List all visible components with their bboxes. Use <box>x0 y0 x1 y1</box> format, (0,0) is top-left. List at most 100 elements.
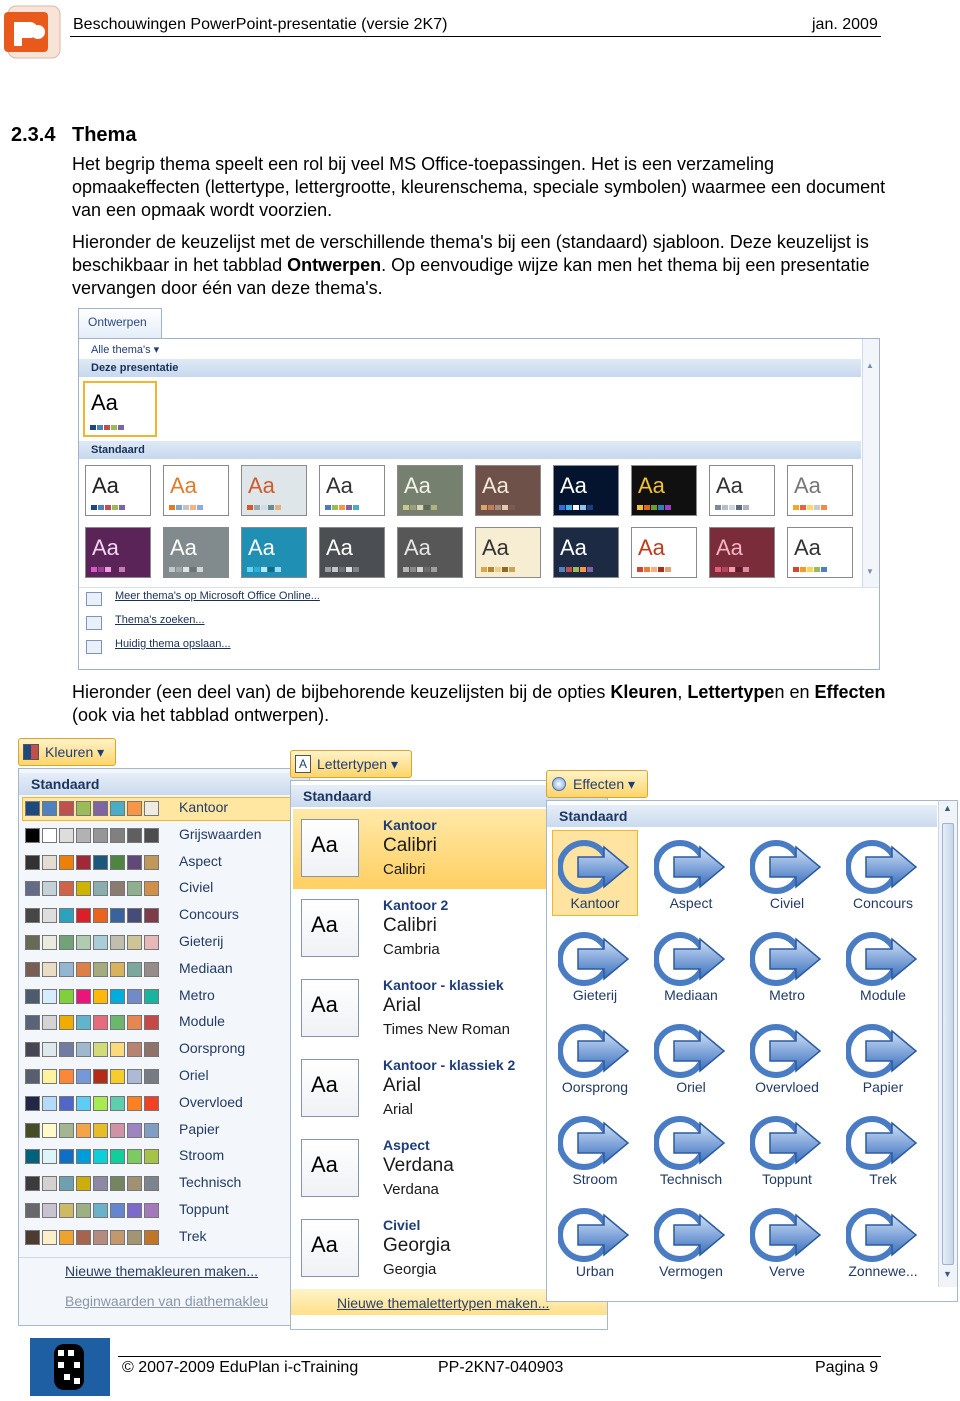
theme-thumb[interactable]: Aa <box>475 465 541 516</box>
font-preview-box[interactable]: Aa <box>301 819 359 877</box>
font-preview-box[interactable]: Aa <box>301 979 359 1037</box>
theme-thumb[interactable]: Aa <box>553 527 619 578</box>
color-scheme-name[interactable]: Civiel <box>179 879 213 895</box>
theme-thumb[interactable]: Aa <box>709 465 775 516</box>
color-scheme-name[interactable]: Module <box>179 1013 225 1029</box>
effect-option[interactable]: Trek <box>841 1107 925 1191</box>
font-preview-box[interactable]: Aa <box>301 1139 359 1197</box>
theme-thumb[interactable]: Aa <box>241 527 307 578</box>
theme-thumb[interactable]: Aa <box>397 527 463 578</box>
menu-more-themes[interactable]: Meer thema's op Microsoft Office Online.… <box>115 590 320 602</box>
theme-thumb[interactable]: Aa <box>475 527 541 578</box>
color-scheme-name[interactable]: Aspect <box>179 853 222 869</box>
color-scheme-swatches[interactable] <box>25 1042 159 1058</box>
color-scheme-swatches[interactable] <box>25 1122 159 1138</box>
theme-thumb[interactable]: Aa <box>397 465 463 516</box>
color-scheme-name[interactable]: Mediaan <box>179 960 233 976</box>
effecten-button[interactable]: Effecten ▾ <box>546 770 648 798</box>
color-scheme-name[interactable]: Kantoor <box>179 799 228 815</box>
font-scheme-name[interactable]: Kantoor - klassiek 2 <box>383 1057 515 1073</box>
effect-option[interactable]: Zonnewe... <box>841 1199 925 1283</box>
new-theme-colors[interactable]: Nieuwe themakleuren maken... <box>65 1263 258 1279</box>
effect-option[interactable]: Civiel <box>745 831 829 915</box>
theme-thumb[interactable]: Aa <box>553 465 619 516</box>
color-scheme-swatches[interactable] <box>25 881 159 897</box>
theme-thumb[interactable]: Aa <box>319 527 385 578</box>
color-scheme-swatches[interactable] <box>25 1229 159 1245</box>
theme-thumb[interactable]: Aa <box>163 527 229 578</box>
theme-thumb[interactable]: Aa <box>241 465 307 516</box>
effect-option[interactable]: Technisch <box>649 1107 733 1191</box>
effect-option[interactable]: Oorsprong <box>553 1015 637 1099</box>
font-preview-box[interactable]: Aa <box>301 1219 359 1277</box>
theme-thumb[interactable]: Aa <box>163 465 229 516</box>
color-scheme-swatches[interactable] <box>25 988 159 1004</box>
effect-option[interactable]: Vermogen <box>649 1199 733 1283</box>
color-scheme-swatches[interactable] <box>25 908 159 924</box>
theme-thumb[interactable]: Aa <box>319 465 385 516</box>
reset-theme-colors[interactable]: Beginwaarden van diathemakleu <box>65 1293 268 1309</box>
color-scheme-swatches[interactable] <box>25 1176 159 1192</box>
color-scheme-swatches[interactable] <box>25 1015 159 1031</box>
color-scheme-swatches[interactable] <box>25 961 159 977</box>
font-scheme-name[interactable]: Kantoor 2 <box>383 897 448 913</box>
font-preview-box[interactable]: Aa <box>301 899 359 957</box>
effect-option[interactable]: Urban <box>553 1199 637 1283</box>
font-scheme-name[interactable]: Civiel <box>383 1217 420 1233</box>
theme-thumb[interactable]: Aa <box>709 527 775 578</box>
effect-option[interactable]: Verve <box>745 1199 829 1283</box>
font-preview-box[interactable]: Aa <box>301 1059 359 1117</box>
lettertypen-button[interactable]: A Lettertypen ▾ <box>290 750 412 778</box>
font-scheme-name[interactable]: Kantoor - klassiek <box>383 977 504 993</box>
color-scheme-name[interactable]: Metro <box>179 987 215 1003</box>
font-scheme-name[interactable]: Kantoor <box>383 817 437 833</box>
theme-thumb[interactable]: Aa <box>631 465 697 516</box>
color-scheme-name[interactable]: Gieterij <box>179 933 223 949</box>
theme-thumb[interactable]: Aa <box>85 527 151 578</box>
color-scheme-name[interactable]: Concours <box>179 906 239 922</box>
effect-option[interactable]: Overvloed <box>745 1015 829 1099</box>
color-scheme-name[interactable]: Papier <box>179 1121 219 1137</box>
color-scheme-name[interactable]: Overvloed <box>179 1094 243 1110</box>
theme-thumb[interactable]: Aa <box>787 527 853 578</box>
effect-option[interactable]: Metro <box>745 923 829 1007</box>
effect-option[interactable]: Aspect <box>649 831 733 915</box>
color-scheme-swatches[interactable] <box>25 854 159 870</box>
current-theme-thumb[interactable]: Aa <box>83 381 157 437</box>
effect-option[interactable]: Oriel <box>649 1015 733 1099</box>
color-scheme-name[interactable]: Technisch <box>179 1174 241 1190</box>
effect-option[interactable]: Mediaan <box>649 923 733 1007</box>
color-scheme-name[interactable]: Grijswaarden <box>179 826 261 842</box>
gallery-scrollbar[interactable]: ▲ ▼ <box>862 339 879 587</box>
tab-ontwerpen[interactable]: Ontwerpen <box>78 308 162 338</box>
color-scheme-swatches[interactable] <box>25 801 159 816</box>
effect-option[interactable]: Gieterij <box>553 923 637 1007</box>
all-themes-dropdown[interactable]: Alle thema's ▾ <box>91 343 159 356</box>
color-scheme-name[interactable]: Trek <box>179 1228 206 1244</box>
effect-option[interactable]: Module <box>841 923 925 1007</box>
color-scheme-name[interactable]: Stroom <box>179 1147 224 1163</box>
menu-search-themes[interactable]: Thema's zoeken... <box>115 614 205 626</box>
font-scheme-name[interactable]: Aspect <box>383 1137 430 1153</box>
menu-save-theme[interactable]: Huidig thema opslaan... <box>115 638 231 650</box>
color-scheme-swatches[interactable] <box>25 935 159 950</box>
color-scheme-swatches[interactable] <box>25 1149 159 1165</box>
new-theme-fonts[interactable]: Nieuwe themalettertypen maken... <box>337 1295 549 1311</box>
color-scheme-swatches[interactable] <box>25 1095 159 1111</box>
color-scheme-swatches[interactable] <box>25 1069 159 1084</box>
color-scheme-swatches[interactable] <box>25 827 159 843</box>
theme-thumb[interactable]: Aa <box>787 465 853 516</box>
effect-option[interactable]: Toppunt <box>745 1107 829 1191</box>
effect-option[interactable]: Stroom <box>553 1107 637 1191</box>
effect-option[interactable]: Kantoor <box>552 830 638 916</box>
color-scheme-name[interactable]: Oriel <box>179 1067 209 1083</box>
theme-thumb[interactable]: Aa <box>631 527 697 578</box>
effect-option[interactable]: Concours <box>841 831 925 915</box>
color-scheme-swatches[interactable] <box>25 1203 159 1218</box>
effect-option[interactable]: Papier <box>841 1015 925 1099</box>
color-scheme-name[interactable]: Oorsprong <box>179 1040 245 1056</box>
color-scheme-name[interactable]: Toppunt <box>179 1201 229 1217</box>
kleuren-button[interactable]: Kleuren ▾ <box>18 738 116 766</box>
effecten-scrollbar[interactable]: ▲ ▼ <box>938 801 957 1287</box>
theme-thumb[interactable]: Aa <box>85 465 151 516</box>
